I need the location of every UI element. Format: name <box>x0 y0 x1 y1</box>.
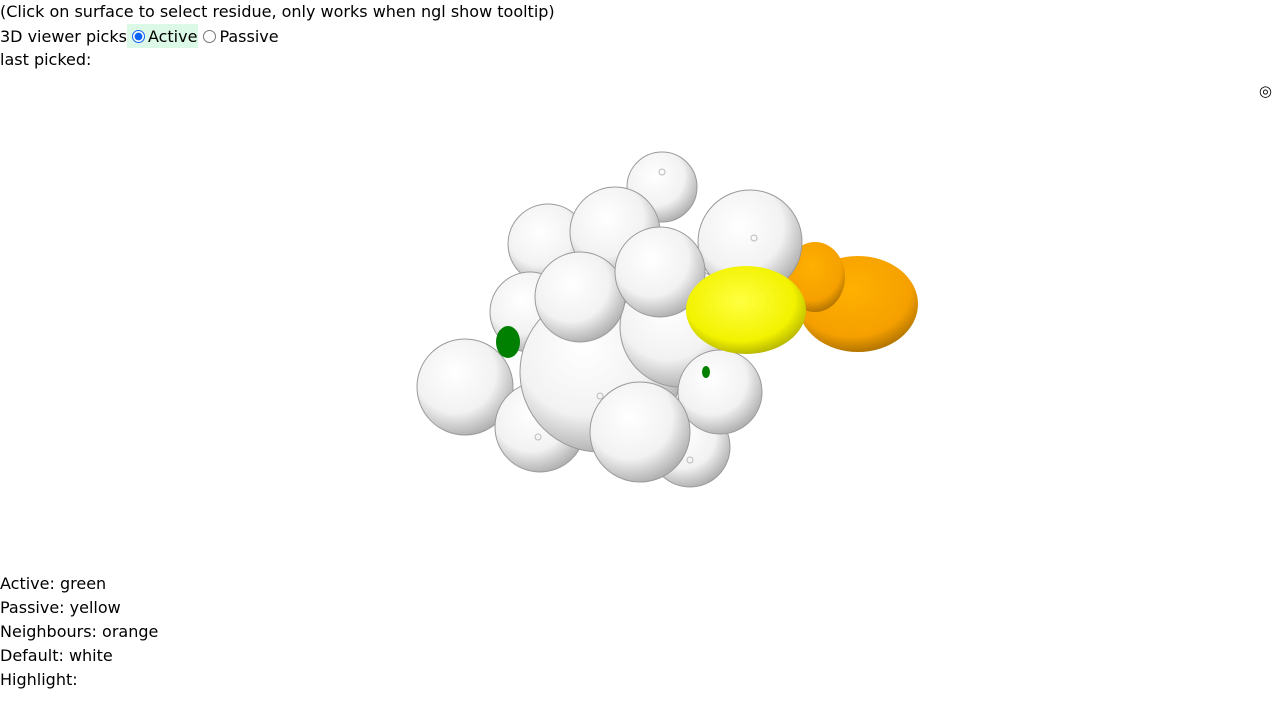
passive-option-label: Passive <box>219 26 279 46</box>
picker-label: 3D viewer picks <box>0 26 127 46</box>
active-option-label: Active <box>147 26 198 46</box>
last-picked-label: last picked: <box>0 50 92 69</box>
legend-active: Active: green <box>0 574 107 593</box>
neighbour-residue-surface <box>785 242 918 352</box>
passive-radio[interactable] <box>203 29 217 43</box>
fullscreen-toggle-icon[interactable]: ◎ <box>1259 83 1272 99</box>
last-picked: last picked: <box>0 48 1280 72</box>
viewer-pick-selector: 3D viewer picks Active Passive <box>0 24 1280 48</box>
protein-surface[interactable] <box>0 72 1280 572</box>
color-legend: Active: green Passive: yellow Neighbours… <box>0 572 158 692</box>
active-radio[interactable] <box>131 29 145 43</box>
legend-passive: Passive: yellow <box>0 598 121 617</box>
active-option[interactable]: Active <box>126 24 199 48</box>
passive-residue-surface <box>686 266 806 354</box>
legend-default: Default: white <box>0 646 113 665</box>
legend-neighbours: Neighbours: orange <box>0 622 159 641</box>
passive-option[interactable]: Passive <box>198 24 279 48</box>
legend-highlight: Highlight: <box>0 670 78 689</box>
instructions-text: (Click on surface to select residue, onl… <box>0 2 555 21</box>
ngl-3d-viewer[interactable]: ◎ <box>0 72 1280 572</box>
